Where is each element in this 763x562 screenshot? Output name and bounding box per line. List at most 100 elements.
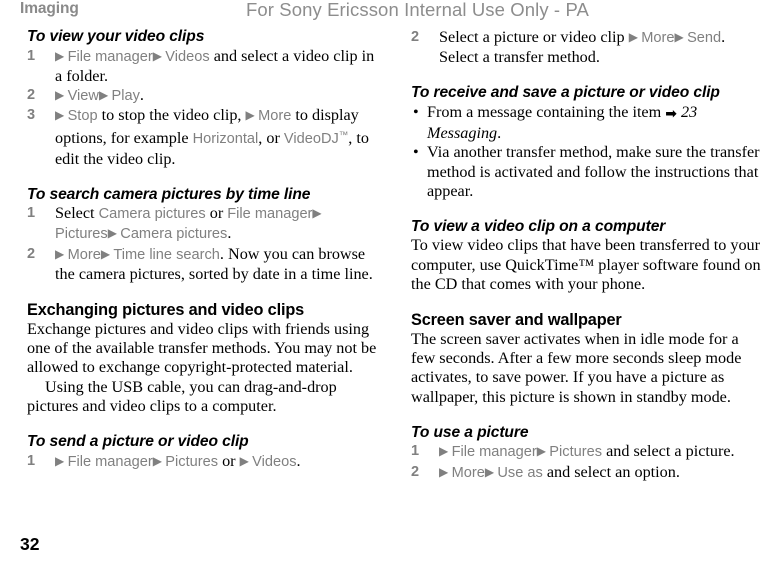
bullet-glyph: • bbox=[413, 143, 419, 162]
step-list: 1 ▶ File manager▶ Pictures or ▶ Videos. bbox=[27, 452, 379, 472]
menu-arrow-icon: ▶ bbox=[536, 444, 550, 459]
menu-term: Camera pictures bbox=[120, 226, 228, 243]
menu-arrow-icon: ▶ bbox=[55, 108, 68, 123]
menu-term: Videos bbox=[165, 48, 210, 65]
step-item: 1 ▶ File manager▶ Pictures and select a p… bbox=[411, 442, 763, 462]
task-heading: To send a picture or video clip bbox=[27, 433, 249, 451]
page-header: Imaging For Sony Ericsson Internal Use O… bbox=[0, 0, 763, 26]
body-paragraph: Using the USB cable, you can drag-and-dr… bbox=[27, 377, 337, 415]
menu-arrow-icon: ▶ bbox=[152, 48, 166, 63]
body-run: Select bbox=[55, 204, 99, 223]
menu-arrow-icon: ▶ bbox=[55, 453, 68, 468]
menu-arrow-icon: ▶ bbox=[312, 206, 322, 221]
left-column: To view your video clips 1 ▶ File manager… bbox=[27, 28, 379, 472]
body-run: From a message containing the item bbox=[427, 102, 666, 121]
body-run: or bbox=[218, 451, 240, 470]
step-item: 3 ▶ Stop to stop the video clip, ▶ More t… bbox=[27, 106, 379, 169]
step-item: 2 Select a picture or video clip ▶ More▶ … bbox=[411, 28, 763, 67]
menu-arrow-icon: ▶ bbox=[628, 30, 642, 44]
menu-term: File manager bbox=[227, 206, 313, 223]
menu-term: Send bbox=[687, 30, 722, 46]
menu-term: Videos bbox=[252, 453, 297, 470]
step-number: 3 bbox=[27, 107, 36, 124]
menu-term: Camera pictures bbox=[98, 206, 206, 223]
bullet-glyph: • bbox=[413, 102, 419, 121]
step-item: 1 ▶ File manager▶ Pictures or ▶ Videos. bbox=[27, 452, 379, 472]
menu-arrow-icon: ▶ bbox=[484, 464, 498, 479]
task-heading: To view a video clip on a computer bbox=[411, 217, 666, 235]
menu-arrow-icon: ▶ bbox=[245, 108, 259, 123]
section-to-view-your-video-clips: To view your video clips 1 ▶ File manager… bbox=[27, 28, 379, 169]
menu-arrow-icon: ▶ bbox=[674, 30, 688, 44]
section-to-use-a-picture: To use a picture 1 ▶ File manager▶ Pictur… bbox=[411, 424, 763, 483]
step-number: 2 bbox=[27, 245, 36, 262]
menu-term: Use as bbox=[497, 464, 543, 481]
menu-arrow-icon: ▶ bbox=[55, 48, 68, 63]
step-item: 1 Select Camera pictures or File manager▶… bbox=[27, 204, 379, 244]
step-list: 1 Select Camera pictures or File manager▶… bbox=[27, 204, 379, 284]
section-to-receive-and-save-a-picture-or-video-clip: To receive and save a picture or video c… bbox=[411, 84, 763, 201]
body-run: and select a picture. bbox=[602, 442, 735, 461]
menu-term: File manager bbox=[67, 48, 153, 65]
body-run: . bbox=[497, 124, 502, 143]
bullet-item: • Via another transfer method, make sure … bbox=[411, 143, 763, 201]
menu-arrow-icon: ▶ bbox=[239, 453, 253, 468]
menu-term: File manager bbox=[67, 453, 153, 470]
body-run: . bbox=[296, 451, 301, 470]
body-run: Select a picture or video clip bbox=[439, 28, 629, 46]
confidentiality-watermark: For Sony Ericsson Internal Use Only - PA bbox=[246, 0, 589, 20]
body-run: or bbox=[205, 204, 228, 223]
menu-term: Play bbox=[111, 87, 140, 104]
menu-arrow-icon: ▶ bbox=[98, 87, 112, 102]
section-to-send-a-picture-or-video-clip: To send a picture or video clip 1 ▶ File … bbox=[27, 433, 379, 472]
page-number: 32 bbox=[20, 534, 40, 554]
menu-arrow-icon: ▶ bbox=[439, 444, 452, 459]
step-number: 1 bbox=[27, 205, 36, 222]
body-run: . bbox=[139, 85, 144, 104]
task-heading: To view your video clips bbox=[27, 28, 205, 45]
step-list: 1 ▶ File manager▶ Videos and select a vid… bbox=[27, 47, 379, 169]
section-to-search-camera-pictures-by-time-line: To search camera pictures by time line 1… bbox=[27, 186, 379, 284]
body-run: , or bbox=[258, 129, 284, 148]
menu-arrow-icon: ▶ bbox=[55, 246, 68, 261]
step-number: 2 bbox=[411, 29, 420, 45]
menu-arrow-icon: ▶ bbox=[439, 464, 452, 479]
section-to-view-a-video-clip-on-a-computer: To view a video clip on a computer To vi… bbox=[411, 218, 763, 294]
body-run: and select an option. bbox=[542, 462, 680, 481]
step-number: 1 bbox=[27, 452, 36, 469]
menu-term: More bbox=[641, 30, 675, 46]
menu-term: Pictures bbox=[549, 444, 603, 461]
menu-arrow-icon: ▶ bbox=[100, 246, 114, 261]
step-list: 1 ▶ File manager▶ Pictures and select a p… bbox=[411, 442, 763, 482]
menu-term: More bbox=[258, 108, 292, 125]
cross-reference-arrow-icon: ➡ bbox=[665, 105, 677, 122]
menu-term: Pictures bbox=[165, 453, 219, 470]
body-paragraph: Exchange pictures and video clips with f… bbox=[27, 320, 377, 377]
menu-term: View bbox=[67, 87, 99, 104]
task-heading: To receive and save a picture or video c… bbox=[411, 84, 720, 102]
menu-term: More bbox=[67, 246, 101, 263]
running-head: Imaging bbox=[20, 0, 79, 17]
step-number: 1 bbox=[27, 47, 36, 64]
menu-term: Stop bbox=[67, 108, 98, 125]
menu-term: Horizontal bbox=[192, 131, 259, 148]
section-heading: Exchanging pictures and video clips bbox=[27, 301, 305, 320]
menu-term: File manager bbox=[451, 444, 537, 461]
task-heading: To search camera pictures by time line bbox=[27, 185, 311, 203]
menu-arrow-icon: ▶ bbox=[55, 87, 68, 102]
section-heading: Screen saver and wallpaper bbox=[411, 311, 622, 330]
trademark-symbol: ™ bbox=[338, 130, 349, 142]
step-item: 2 ▶ View▶ Play. bbox=[27, 86, 379, 106]
right-column: 2 Select a picture or video clip ▶ More▶ … bbox=[411, 28, 763, 483]
menu-term: More bbox=[451, 464, 485, 481]
body-run: to stop the video clip, bbox=[97, 106, 246, 125]
step-list: 2 Select a picture or video clip ▶ More▶ … bbox=[411, 28, 763, 67]
step-item: 2 ▶ More▶ Use as and select an option. bbox=[411, 463, 763, 483]
menu-arrow-icon: ▶ bbox=[107, 226, 121, 241]
step-number: 2 bbox=[27, 86, 36, 103]
